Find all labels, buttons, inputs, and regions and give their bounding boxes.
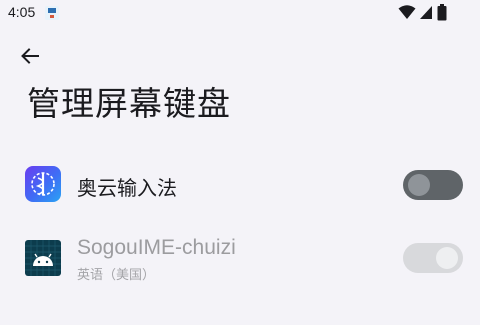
keyboard-toggle[interactable]	[403, 243, 463, 273]
status-icons	[398, 4, 458, 21]
wifi-icon	[398, 5, 416, 19]
toggle-knob	[408, 174, 430, 196]
toggle-knob	[436, 247, 458, 269]
keyboard-name: SogouIME-chuizi	[77, 236, 236, 259]
back-button[interactable]	[16, 42, 44, 70]
keyboard-name: 奥云输入法	[77, 176, 177, 200]
keyboard-toggle[interactable]	[403, 170, 463, 200]
aoyun-logo-icon	[31, 172, 55, 196]
aoyun-app-icon	[25, 166, 61, 202]
android-app-icon	[25, 240, 61, 276]
battery-icon	[437, 4, 447, 21]
keyboard-row-sogou[interactable]: SogouIME-chuizi 英语（美国）	[0, 228, 480, 288]
android-icon	[25, 240, 61, 276]
arrow-back-icon	[21, 48, 39, 64]
signal-icon	[420, 6, 432, 19]
keyboard-row-aoyun[interactable]: 奥云输入法	[0, 156, 480, 216]
keyboard-language: 英语（美国）	[77, 268, 156, 283]
status-time: 4:05	[8, 4, 36, 20]
notification-app-icon	[45, 6, 59, 20]
page-title: 管理屏幕键盘	[27, 84, 231, 123]
status-bar: 4:05	[0, 0, 480, 28]
